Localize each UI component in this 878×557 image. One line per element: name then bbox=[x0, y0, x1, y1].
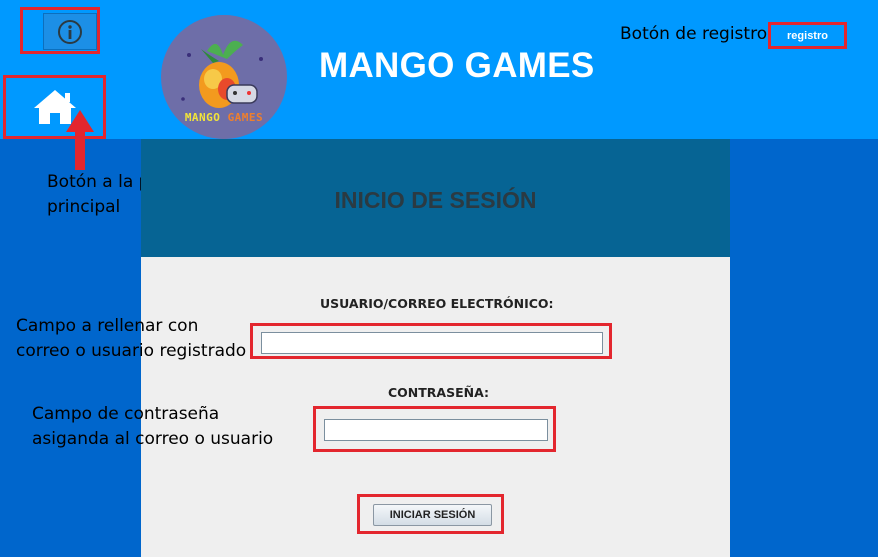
password-field-highlight bbox=[313, 406, 556, 452]
password-input[interactable] bbox=[324, 419, 548, 441]
right-sidebar bbox=[730, 139, 878, 557]
info-button-highlight bbox=[20, 7, 100, 54]
register-button[interactable]: registro bbox=[772, 26, 843, 45]
register-annotation: Botón de registro bbox=[620, 24, 768, 44]
login-submit-button[interactable]: INICIAR SESIÓN bbox=[373, 504, 492, 526]
login-button-highlight: INICIAR SESIÓN bbox=[357, 494, 504, 534]
user-field-highlight bbox=[250, 323, 612, 359]
info-button[interactable] bbox=[43, 13, 97, 50]
user-email-input[interactable] bbox=[261, 332, 603, 354]
register-button-highlight: registro bbox=[768, 22, 847, 49]
logo-text-games: GAMES bbox=[227, 111, 264, 124]
password-field-annotation: Campo de contraseña asiganda al correo o… bbox=[32, 402, 273, 452]
password-annotation-line2: asiganda al correo o usuario bbox=[32, 429, 274, 449]
info-icon bbox=[58, 19, 82, 44]
user-annotation-line1: Campo a rellenar con bbox=[16, 316, 199, 336]
login-title-band: INICIO DE SESIÓN bbox=[141, 139, 730, 257]
arrow-up-icon bbox=[66, 110, 94, 170]
brand-title: MANGO GAMES bbox=[319, 46, 595, 85]
password-annotation-line1: Campo de contraseña bbox=[32, 404, 220, 424]
login-title: INICIO DE SESIÓN bbox=[334, 186, 537, 213]
logo-text-mango: MANGO bbox=[184, 111, 221, 124]
user-annotation-line2: correo o usuario registrado bbox=[16, 341, 247, 361]
password-field-label: CONTRASEÑA: bbox=[388, 385, 489, 400]
user-field-label: USUARIO/CORREO ELECTRÓNICO: bbox=[320, 296, 554, 311]
logo-text: MANGO GAMES bbox=[161, 111, 287, 124]
user-field-annotation: Campo a rellenar con correo o usuario re… bbox=[16, 314, 246, 364]
mango-games-logo: MANGO GAMES bbox=[161, 15, 287, 139]
